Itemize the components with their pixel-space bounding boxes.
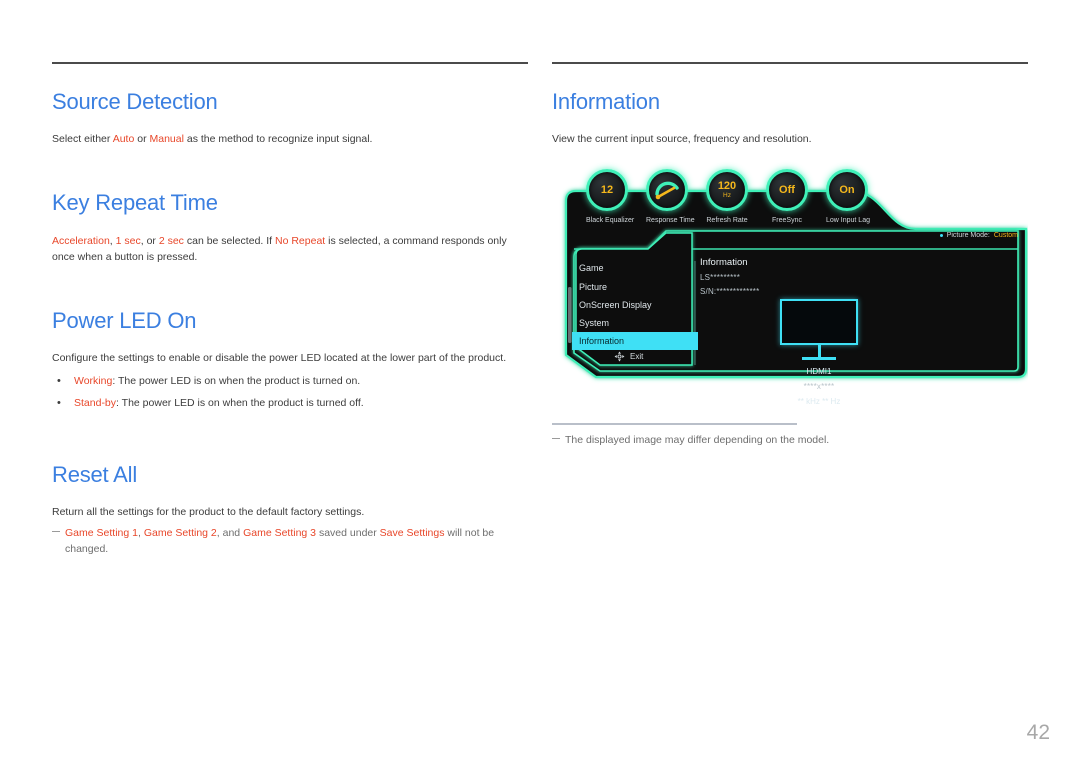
highlight-save-settings: Save Settings	[379, 526, 445, 539]
dial-label: Low Input Lag	[826, 217, 870, 225]
picture-mode-value: Custom	[993, 232, 1018, 240]
highlight-2-sec: 2 sec	[158, 234, 184, 247]
text-run: , or	[140, 234, 159, 247]
option-term-working: Working	[74, 374, 113, 387]
osd-input-source: HDMI1	[806, 367, 832, 377]
dial-label: FreeSync	[772, 217, 802, 225]
osd-exit-control[interactable]: Exit	[614, 351, 643, 362]
footnote-text: The displayed image may differ depending…	[565, 434, 830, 447]
osd-dial-refresh-rate[interactable]: 120 Hz Refresh Rate	[706, 169, 748, 224]
osd-illustration: 12 Black Equalizer Response Time 120 Hz …	[552, 169, 1028, 409]
section-body-information: View the current input source, frequency…	[552, 133, 812, 146]
highlight-no-repeat: No Repeat	[275, 234, 326, 247]
footnote-dash-icon	[52, 530, 60, 532]
osd-menu-item-system[interactable]: System	[572, 314, 698, 332]
highlight-auto: Auto	[112, 133, 135, 146]
osd-content-layer: 12 Black Equalizer Response Time 120 Hz …	[552, 169, 1028, 409]
footnote-osd-image: The displayed image may differ depending…	[552, 432, 1028, 448]
power-led-options-list: Working: The power LED is on when the pr…	[52, 373, 528, 413]
text-run: can be selected. If	[183, 234, 275, 247]
highlight-acceleration: Acceleration	[52, 234, 110, 247]
dial-value: Off	[779, 183, 795, 196]
highlight-game-setting-1: Game Setting 1	[65, 526, 138, 539]
osd-resolution: ****x****	[803, 382, 835, 392]
joystick-direction-icon	[614, 352, 625, 362]
dial-knob: On	[826, 169, 868, 212]
section-title-source-detection: Source Detection	[52, 89, 218, 114]
osd-monitor-graphic: HDMI1 ****x**** ** kHz ** Hz	[780, 299, 858, 406]
left-column: Source Detection Select either Auto or M…	[52, 62, 528, 557]
monitor-stand-neck	[817, 345, 821, 358]
text-run: , and	[216, 526, 244, 539]
document-page: Source Detection Select either Auto or M…	[0, 0, 1080, 763]
footnote-rule	[552, 423, 797, 426]
text-run: or	[134, 133, 150, 146]
osd-dial-black-equalizer[interactable]: 12 Black Equalizer	[586, 169, 635, 225]
picture-mode-label: Picture Mode:	[946, 232, 990, 240]
section-body-key-repeat-time: Acceleration, 1 sec, or 2 sec can be sel…	[52, 233, 528, 266]
exit-label: Exit	[630, 352, 644, 362]
osd-menu-list: Game Picture OnScreen Display System Inf…	[572, 259, 698, 351]
section-body-source-detection: Select either Auto or Manual as the meth…	[52, 131, 528, 147]
dial-knob: Off	[766, 169, 808, 212]
text-run: Select either	[52, 133, 113, 146]
osd-frequency: ** kHz ** Hz	[797, 397, 841, 407]
option-term-standby: Stand-by	[74, 397, 117, 410]
list-item: Working: The power LED is on when the pr…	[52, 373, 528, 390]
osd-info-title: Information	[700, 257, 748, 269]
page-number: 42	[1026, 721, 1050, 744]
dial-label: Black Equalizer	[586, 217, 635, 225]
dial-label: Refresh Rate	[706, 217, 748, 225]
highlight-game-setting-3: Game Setting 3	[243, 526, 317, 539]
highlight-game-setting-2: Game Setting 2	[143, 526, 217, 539]
osd-dial-freesync[interactable]: Off FreeSync	[766, 169, 808, 224]
section-title-power-led-on: Power LED On	[52, 308, 197, 334]
section-title-key-repeat-time: Key Repeat Time	[52, 190, 218, 216]
osd-menu-item-information[interactable]: Information	[572, 332, 698, 351]
osd-menu-item-picture[interactable]: Picture	[572, 278, 698, 296]
section-body-reset-all: Return all the settings for the product …	[52, 506, 365, 519]
highlight-1-sec: 1 sec	[115, 234, 141, 247]
osd-menu-item-game[interactable]: Game	[572, 259, 698, 277]
section-title-information: Information	[552, 89, 660, 114]
option-desc: : The power LED is on when the product i…	[112, 374, 361, 387]
section-body-power-led-on: Configure the settings to enable or disa…	[52, 352, 507, 365]
osd-dial-response-time[interactable]: Response Time	[646, 169, 695, 225]
dial-knob: 120 Hz	[706, 169, 748, 212]
highlight-manual: Manual	[149, 133, 184, 146]
text-run: saved under	[316, 526, 380, 539]
footnote-reset-all: Game Setting 1, Game Setting 2, and Game…	[52, 525, 528, 558]
dial-unit: Hz	[723, 192, 731, 200]
text-run: as the method to recognize input signal.	[183, 133, 373, 146]
monitor-icon	[780, 299, 858, 346]
osd-dial-low-input-lag[interactable]: On Low Input Lag	[826, 169, 870, 225]
osd-info-serial: S/N:*************	[700, 287, 760, 297]
osd-menu-item-onscreen-display[interactable]: OnScreen Display	[572, 296, 698, 314]
osd-dial-row: 12 Black Equalizer Response Time 120 Hz …	[586, 169, 870, 225]
bullet-dot-icon	[939, 234, 943, 238]
osd-picture-mode-status: Picture Mode: Custom	[939, 232, 1018, 240]
dial-label: Response Time	[646, 217, 695, 225]
dial-knob	[646, 169, 688, 212]
footnote-dash-icon	[552, 438, 560, 440]
dial-value: 120	[717, 180, 737, 193]
monitor-stand-base	[802, 357, 836, 361]
section-title-reset-all: Reset All	[52, 462, 138, 488]
dial-knob: 12	[586, 169, 628, 212]
right-column: Information View the current input sourc…	[552, 62, 1028, 448]
dial-value: 12	[600, 183, 614, 196]
list-item: Stand-by: The power LED is on when the p…	[52, 395, 528, 412]
gauge-needle-icon	[655, 182, 679, 200]
option-desc: : The power LED is on when the product i…	[116, 397, 364, 410]
dial-value: On	[839, 183, 855, 196]
osd-info-model: LS*********	[700, 273, 741, 283]
